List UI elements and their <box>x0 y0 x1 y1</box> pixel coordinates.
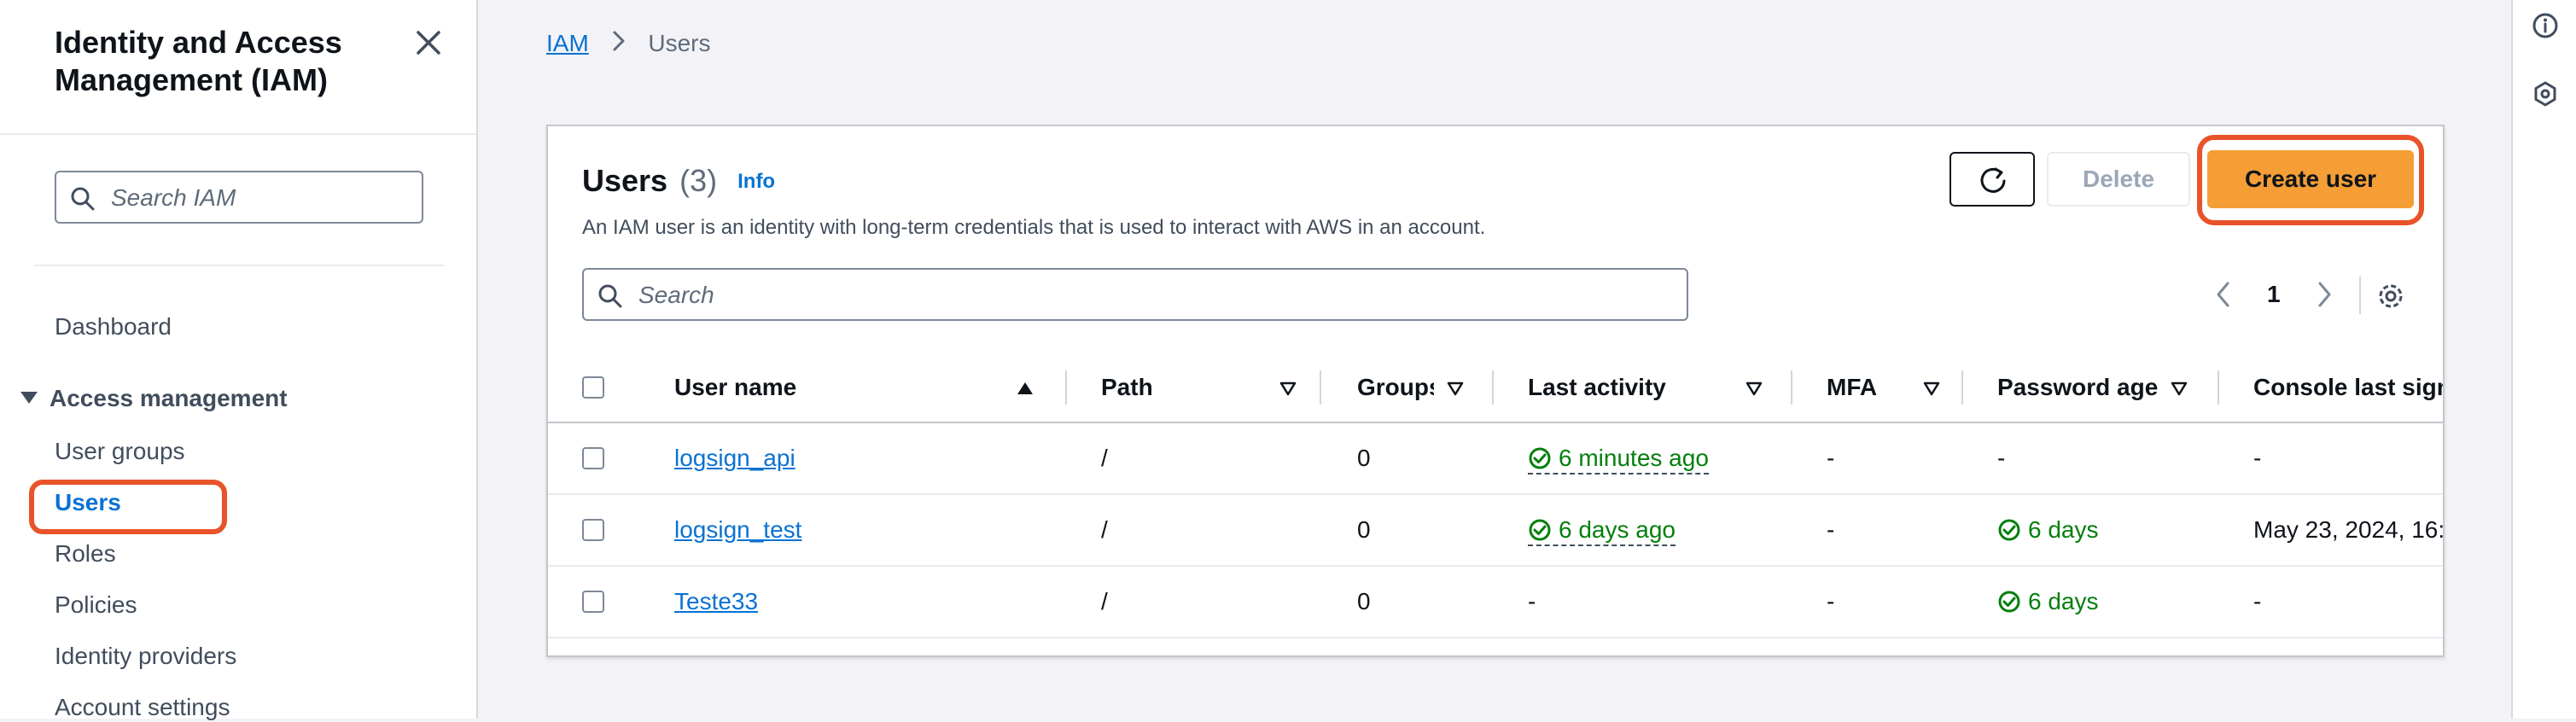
gear-icon[interactable] <box>2376 282 2405 311</box>
cell-password-age: - <box>1997 445 2006 471</box>
row-checkbox[interactable] <box>582 447 604 469</box>
user-count: (3) <box>679 163 718 198</box>
cell-mfa: - <box>1827 588 1835 614</box>
utility-rail <box>2511 0 2576 719</box>
sort-icon[interactable] <box>1279 381 1297 396</box>
user-name-link[interactable]: Teste33 <box>674 588 758 614</box>
cell-console-last-signin: - <box>2253 445 2262 471</box>
caret-down-icon <box>20 392 38 404</box>
sidebar-divider <box>0 133 476 135</box>
cell-console-last-signin: May 23, 2024, 16: <box>2253 516 2443 543</box>
page-number[interactable]: 1 <box>2267 280 2281 309</box>
breadcrumb-iam-link[interactable]: IAM <box>546 30 589 56</box>
cell-groups: 0 <box>1357 445 1371 471</box>
check-circle-icon <box>1529 447 1551 469</box>
refresh-button[interactable] <box>1949 152 2035 207</box>
sidebar-item-identity-providers[interactable]: Identity providers <box>55 642 236 671</box>
password-age-text: 6 days <box>2028 516 2099 543</box>
chevron-right-icon[interactable] <box>2315 280 2334 309</box>
sort-icon[interactable] <box>1922 381 1941 396</box>
column-header-groups[interactable]: Groups <box>1357 353 1434 422</box>
cell-password-age: 6 days <box>1997 567 2099 637</box>
sidebar-item-user-groups[interactable]: User groups <box>55 437 185 466</box>
info-link[interactable]: Info <box>737 170 775 193</box>
breadcrumb-current: Users <box>648 30 711 56</box>
sidebar-section-access-management[interactable]: Access management <box>20 384 288 413</box>
breadcrumb: IAM Users <box>546 29 710 58</box>
refresh-icon <box>1980 167 2006 193</box>
cell-mfa: - <box>1827 516 1835 543</box>
create-user-button[interactable]: Create user <box>2207 150 2414 208</box>
sidebar-divider <box>34 265 444 266</box>
column-header-mfa[interactable]: MFA <box>1827 353 1877 422</box>
password-age-text: 6 days <box>2028 588 2099 614</box>
cell-last-activity: 6 minutes ago <box>1528 423 1709 493</box>
cell-groups: 0 <box>1357 588 1371 614</box>
sidebar-item-account-settings[interactable]: Account settings <box>55 693 230 722</box>
sidebar-search-field[interactable] <box>55 171 423 224</box>
sidebar-item-users[interactable]: Users <box>55 488 121 517</box>
sidebar-item-roles[interactable]: Roles <box>55 539 116 568</box>
search-icon <box>598 284 622 308</box>
column-divider <box>1961 370 1963 405</box>
cell-last-activity: - <box>1528 588 1536 614</box>
table-header: User name Path Groups Last activity MFA … <box>548 353 2443 423</box>
table-row: logsign_test / 0 6 days ago - 6 days May… <box>548 495 2443 567</box>
check-circle-icon <box>1998 591 2020 613</box>
cell-groups: 0 <box>1357 516 1371 543</box>
column-header-console-last-signin[interactable]: Console last sign-in <box>2253 353 2443 422</box>
table-search-field[interactable] <box>582 268 1688 321</box>
table-row: logsign_api / 0 6 minutes ago - - - <box>548 423 2443 495</box>
panel-description: An IAM user is an identity with long-ter… <box>582 216 1486 239</box>
chevron-left-icon[interactable] <box>2214 280 2233 309</box>
row-checkbox[interactable] <box>582 519 604 541</box>
column-divider <box>1791 370 1792 405</box>
column-divider <box>2218 370 2219 405</box>
sort-icon[interactable] <box>2170 381 2188 396</box>
sidebar: Identity and Access Management (IAM) Das… <box>0 0 478 722</box>
user-name-link[interactable]: logsign_test <box>674 516 801 543</box>
check-circle-icon <box>1998 519 2020 541</box>
info-icon[interactable] <box>2532 12 2559 39</box>
sidebar-title: Identity and Access Management (IAM) <box>55 25 342 97</box>
column-header-user-name[interactable]: User name <box>674 353 796 422</box>
column-header-password-age[interactable]: Password age <box>1997 353 2158 422</box>
column-divider <box>1492 370 1494 405</box>
section-label: Access management <box>50 385 288 411</box>
sidebar-item-policies[interactable]: Policies <box>55 591 137 620</box>
table-search-input[interactable] <box>637 278 1673 312</box>
last-activity-text[interactable]: 6 minutes ago <box>1559 445 1709 471</box>
cell-path: / <box>1101 516 1108 543</box>
cell-password-age: 6 days <box>1997 495 2099 565</box>
last-activity-text[interactable]: 6 days ago <box>1559 516 1676 543</box>
sort-ascending-icon[interactable] <box>1016 381 1034 396</box>
cell-console-last-signin: - <box>2253 588 2262 614</box>
delete-button[interactable]: Delete <box>2047 152 2190 207</box>
hexagon-icon[interactable] <box>2532 80 2559 108</box>
sidebar-item-dashboard[interactable]: Dashboard <box>55 312 172 341</box>
column-divider <box>1320 370 1321 405</box>
user-name-link[interactable]: logsign_api <box>674 445 796 471</box>
sort-icon[interactable] <box>1745 381 1763 396</box>
cell-mfa: - <box>1827 445 1835 471</box>
sidebar-search-input[interactable] <box>109 181 411 215</box>
check-circle-icon <box>1529 519 1551 541</box>
pager-divider <box>2359 277 2361 314</box>
cell-path: / <box>1101 445 1108 471</box>
cell-last-activity: 6 days ago <box>1528 495 1676 565</box>
users-panel: Users (3) Info An IAM user is an identit… <box>546 125 2445 657</box>
select-all-checkbox[interactable] <box>582 376 604 399</box>
page-title: Users <box>582 163 668 198</box>
panel-header: Users (3) Info <box>582 162 775 201</box>
column-header-last-activity[interactable]: Last activity <box>1528 353 1666 422</box>
search-icon <box>71 187 95 211</box>
column-divider <box>1065 370 1067 405</box>
close-icon[interactable] <box>413 27 444 58</box>
column-header-path[interactable]: Path <box>1101 353 1153 422</box>
sort-icon[interactable] <box>1446 381 1465 396</box>
cell-path: / <box>1101 588 1108 614</box>
row-checkbox[interactable] <box>582 591 604 613</box>
chevron-right-icon <box>613 31 625 51</box>
table-row: Teste33 / 0 - - 6 days - <box>548 567 2443 638</box>
